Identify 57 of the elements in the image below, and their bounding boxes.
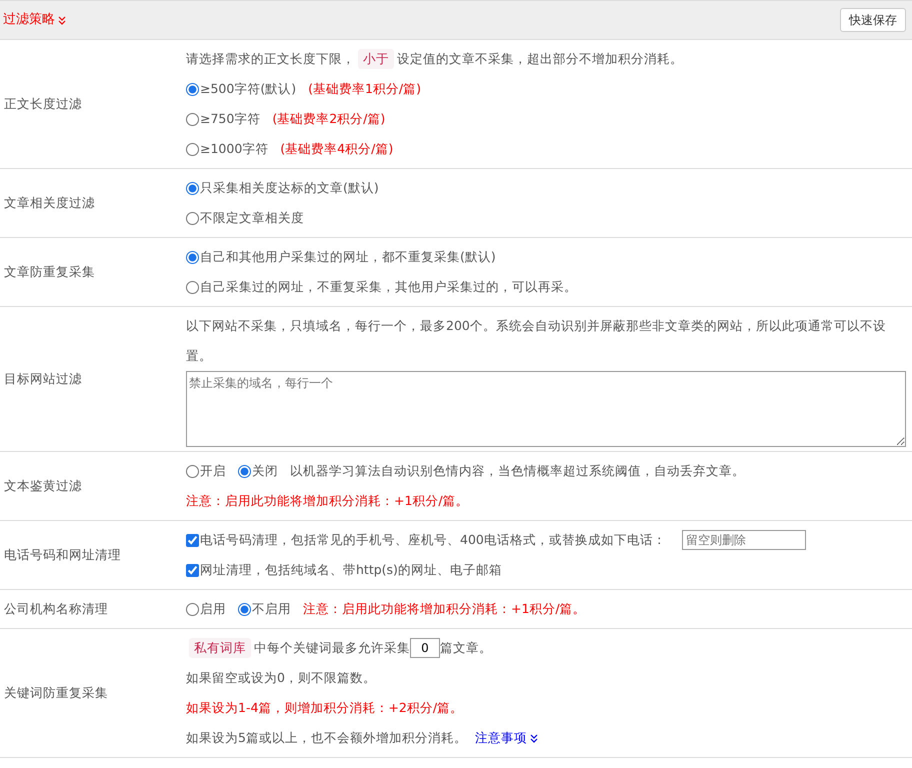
warning-text: (基础费率1积分/篇) [308,80,422,98]
radio-button[interactable] [186,464,199,478]
radio-button[interactable] [186,142,199,156]
notes-link[interactable]: 注意事项 [474,728,538,748]
field-label: 关键词防重复采集 [4,684,108,702]
warning-text: 如果设为1-4篇，则增加积分消耗：+2积分/篇。 [186,698,464,717]
radio-button[interactable] [186,212,199,224]
radio-button[interactable] [238,602,251,616]
radio-button[interactable] [186,250,199,264]
field-label: 正文长度过滤 [4,94,82,113]
help-text: 请选择需求的正文长度下限， [186,50,355,68]
warning-text: (基础费率2积分/篇) [272,110,386,128]
option-label[interactable]: 不启用 [252,600,291,618]
option-label[interactable]: 网址清理，包括纯域名、带http(s)的网址、电子邮箱 [200,560,502,580]
field-label: 电话号码和网址清理 [4,546,121,564]
help-text: 以下网站不采集，只填域名，每行一个，最多200个。系统会自动识别并屏蔽那些非文章类的网站，所以此项通常可以不设置。 [186,318,886,363]
option-label[interactable]: 自己和其他用户采集过的网址，都不重复采集(默认) [200,248,496,266]
field-label: 公司机构名称清理 [4,600,108,618]
warning-text: (基础费率4积分/篇) [280,140,394,158]
option-label[interactable]: 只采集相关度达标的文章(默认) [200,178,379,198]
field-label: 文章相关度过滤 [4,194,95,212]
field-label: 目标网站过滤 [4,370,82,388]
option-label[interactable]: 启用 [200,600,226,618]
highlight-tag: 小于 [358,48,394,70]
radio-button[interactable] [186,182,199,194]
domain-textarea[interactable]: 禁止采集的域名，每行一个 [186,371,906,447]
phone-input[interactable]: 留空则删除 [682,530,806,550]
option-label[interactable]: ≥500字符(默认) [200,80,296,98]
radio-button[interactable] [186,280,199,294]
radio-button[interactable] [186,602,199,616]
save-button[interactable]: 快速保存 [840,8,906,32]
chevron-down-icon [58,16,66,24]
help-text: 如果留空或设为0，则不限篇数。 [186,668,376,687]
option-label[interactable]: 自己采集过的网址，不重复采集，其他用户采集过的，可以再采。 [200,278,577,296]
option-label[interactable]: ≥750字符 [200,110,260,128]
option-label[interactable]: ≥1000字符 [200,140,268,158]
option-label[interactable]: 不限定文章相关度 [200,208,304,228]
option-label[interactable]: 关闭 [252,462,278,480]
help-text: 篇文章。 [440,638,492,657]
option-label[interactable]: 电话号码清理，包括常见的手机号、座机号、400电话格式，或替换成如下电话： [200,530,666,550]
radio-button[interactable] [238,464,251,478]
warning-text: 注意：启用此功能将增加积分消耗：+1积分/篇。 [186,492,469,510]
highlight-tag: 私有词库 [189,638,251,658]
help-text: 中每个关键词最多允许采集 [254,638,410,657]
help-text: 如果设为5篇或以上，也不会额外增加积分消耗。 [186,728,467,747]
help-text: 设定值的文章不采集，超出部分不增加积分消耗。 [397,50,683,68]
checkbox[interactable] [186,564,199,576]
warning-text: 注意：启用此功能将增加积分消耗：+1积分/篇。 [303,600,586,618]
count-input[interactable]: 0 [410,638,440,658]
radio-button[interactable] [186,112,199,126]
help-text: 以机器学习算法自动识别色情内容，当色情概率超过系统阈值，自动丢弃文章。 [290,462,745,480]
radio-button[interactable] [186,82,199,96]
chevron-down-icon [530,734,538,742]
field-label: 文章防重复采集 [4,262,95,281]
checkbox[interactable] [186,534,199,546]
field-label: 文本鉴黄过滤 [4,476,82,495]
option-label[interactable]: 开启 [200,462,226,480]
